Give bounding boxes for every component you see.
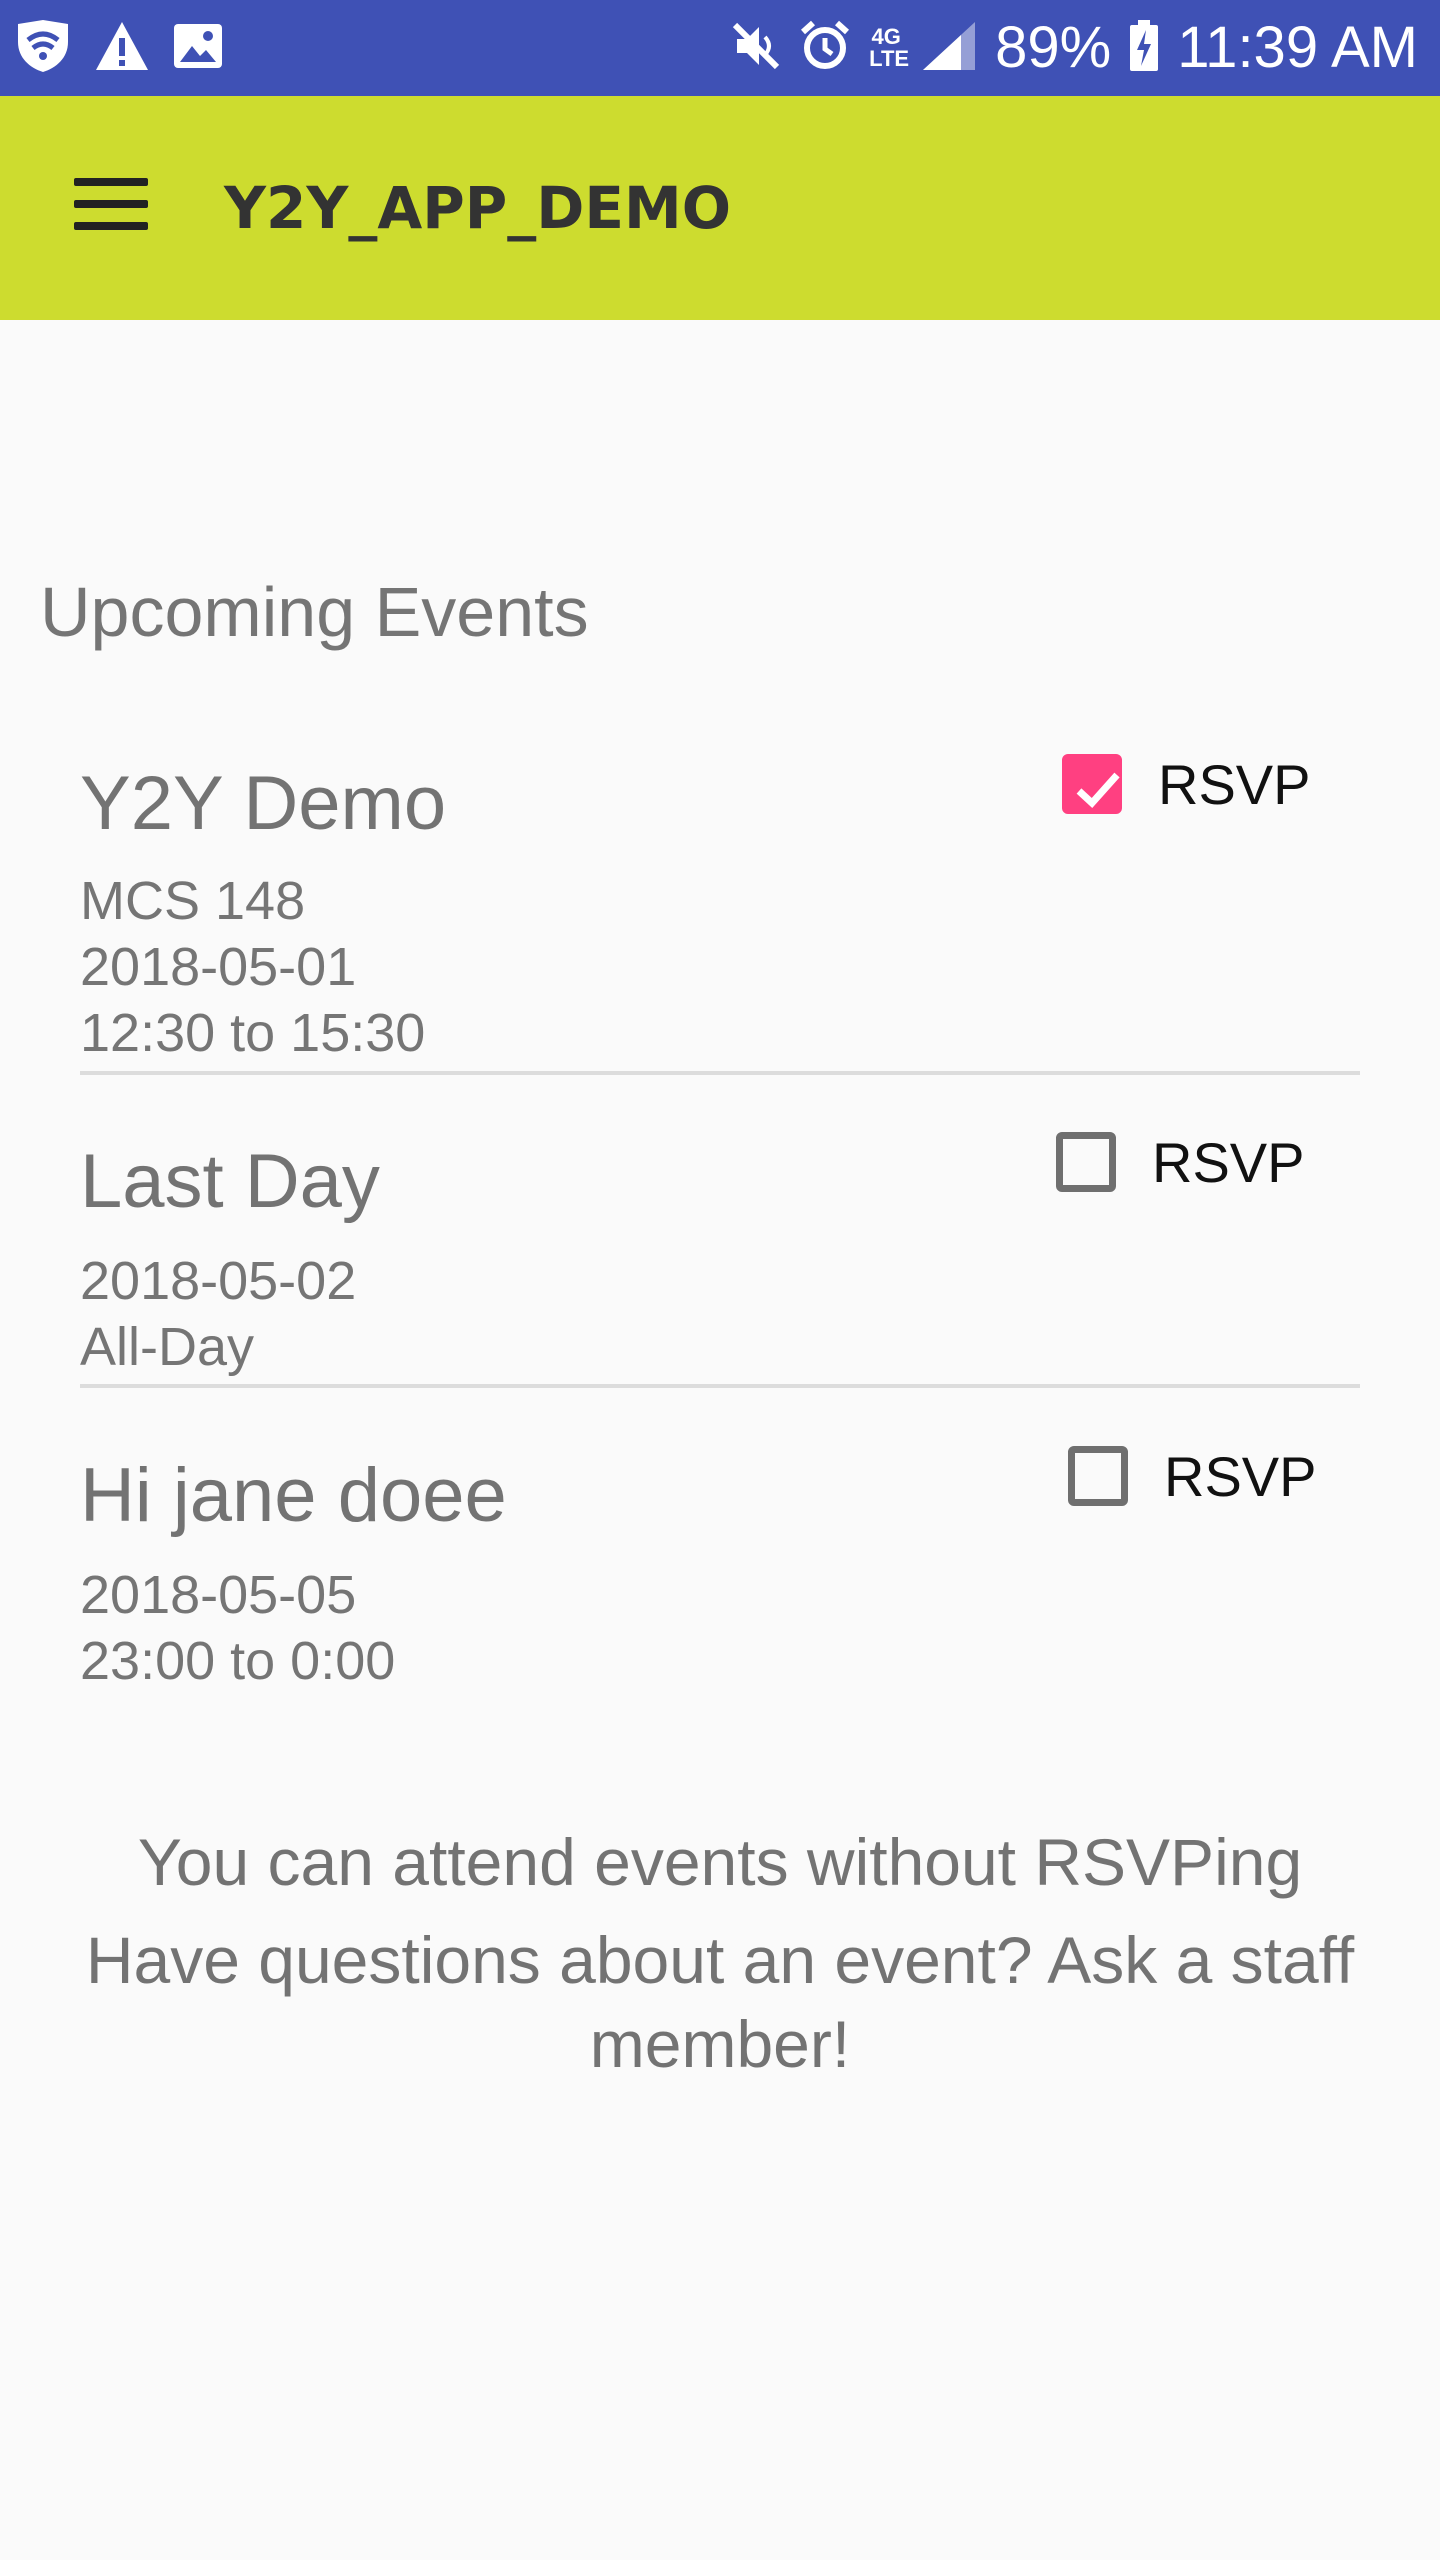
rsvp-label: RSVP — [1158, 752, 1311, 816]
footer-line-2: Have questions about an event? Ask a sta… — [85, 1923, 1355, 1997]
image-icon — [172, 22, 224, 75]
event-time: All-Day — [80, 1317, 255, 1377]
status-bar-right: 4G LTE 89% 11:39 AM — [731, 18, 1418, 78]
rsvp-label: RSVP — [1152, 1130, 1305, 1194]
event-time: 23:00 to 0:00 — [80, 1631, 396, 1691]
footer-info: You can attend events without RSVPing Ha… — [0, 1818, 1440, 2084]
footer-line-1: You can attend events without RSVPing — [137, 1825, 1303, 1899]
app-title: Y2Y_APP_DEMO — [224, 174, 732, 242]
rsvp-label: RSVP — [1164, 1444, 1317, 1508]
checkbox-unchecked-icon[interactable] — [1056, 1132, 1116, 1192]
section-title: Upcoming Events — [40, 573, 589, 651]
footer-line-3: member! — [589, 2007, 851, 2081]
warning-icon — [94, 20, 150, 77]
status-bar: 4G LTE 89% 11:39 AM — [0, 0, 1440, 96]
event-name: Last Day — [80, 1139, 380, 1224]
rsvp-checkbox-y2y-demo[interactable]: RSVP — [1062, 744, 1311, 824]
battery-charging-icon — [1129, 19, 1159, 77]
alarm-icon — [799, 20, 851, 77]
rsvp-checkbox-last-day[interactable]: RSVP — [1056, 1122, 1305, 1202]
divider — [80, 1071, 1360, 1075]
divider — [80, 1384, 1360, 1388]
mute-icon — [731, 21, 781, 76]
event-date: 2018-05-02 — [80, 1251, 357, 1311]
wifi-shield-icon — [14, 18, 72, 79]
event-date: 2018-05-01 — [80, 937, 357, 997]
event-time: 12:30 to 15:30 — [80, 1003, 426, 1063]
signal-icon — [921, 20, 977, 77]
event-date: 2018-05-05 — [80, 1565, 357, 1625]
checkbox-unchecked-icon[interactable] — [1068, 1446, 1128, 1506]
status-bar-left — [14, 18, 224, 78]
battery-percent: 89% — [995, 15, 1112, 80]
app-bar: Y2Y_APP_DEMO — [0, 96, 1440, 320]
event-location: MCS 148 — [80, 871, 306, 931]
event-name: Hi jane doee — [80, 1453, 507, 1538]
clock: 11:39 AM — [1177, 15, 1418, 80]
hamburger-menu-icon[interactable] — [62, 164, 162, 244]
checkbox-checked-icon[interactable] — [1062, 754, 1122, 814]
event-name: Y2Y Demo — [80, 761, 447, 846]
rsvp-checkbox-hi-jane-doee[interactable]: RSVP — [1068, 1436, 1317, 1516]
network-type-label: 4G LTE — [869, 24, 910, 71]
